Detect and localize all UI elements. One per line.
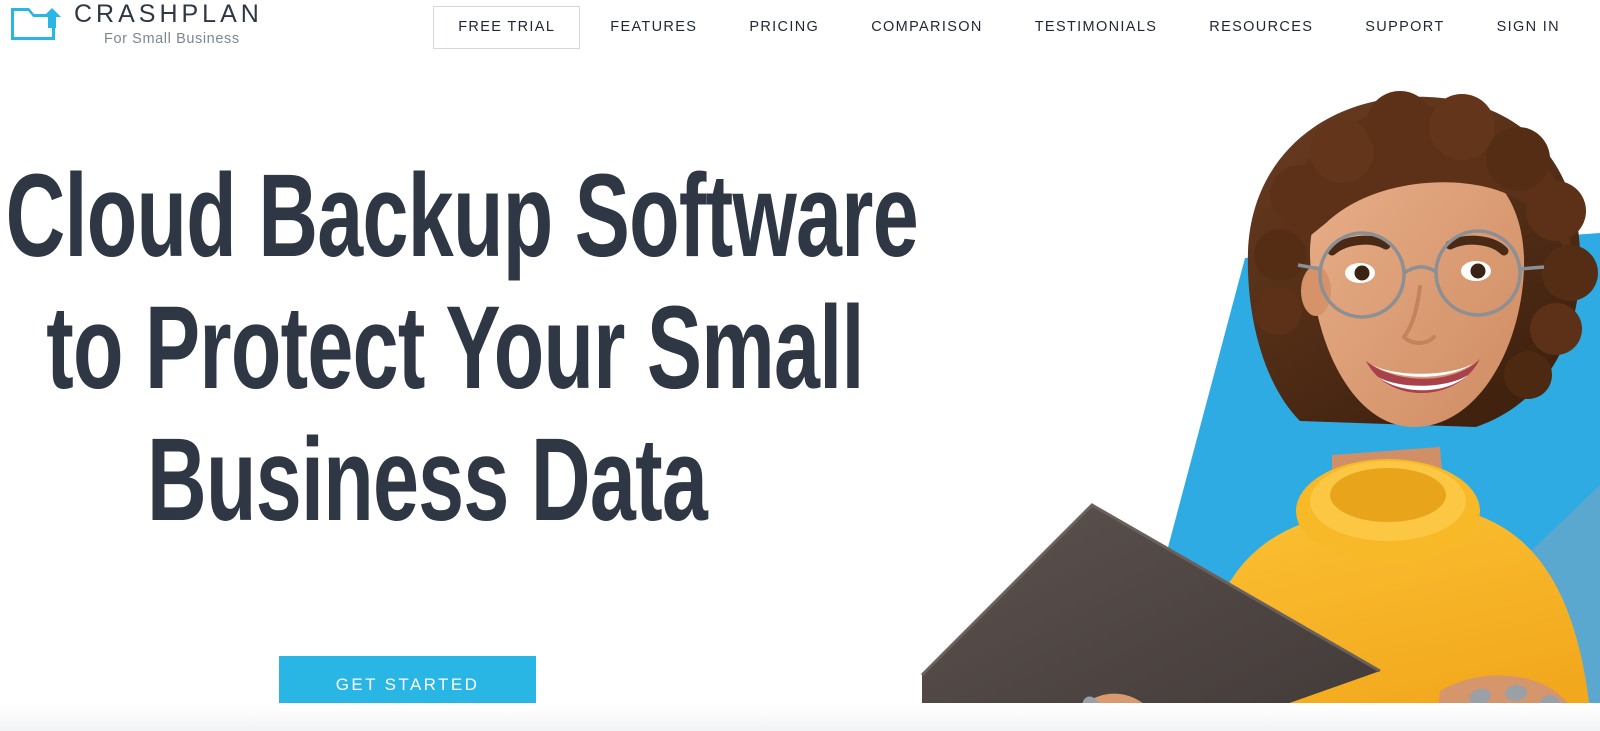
nav-free-trial[interactable]: FREE TRIAL [433,5,581,50]
brand-wordmark: CRASHPLAN For Small Business [74,2,263,47]
page-bottom-divider [0,703,1600,731]
nav-testimonials[interactable]: TESTIMONIALS [1009,20,1184,35]
landing-page: CRASHPLAN For Small Business FREE TRIAL … [0,0,1600,731]
brand-name: CRASHPLAN [74,0,263,28]
page-title: Cloud Backup Software to Protect Your Sm… [0,150,919,546]
headline-line-2: to Protect Your Small [46,282,864,414]
nav-resources[interactable]: RESOURCES [1183,20,1339,35]
get-started-label: GET STARTED [335,674,480,694]
hero-illustration [880,55,1600,731]
headline-line-1: Cloud Backup Software [5,150,919,282]
folder-upload-icon [11,8,61,41]
nav-features[interactable]: FEATURES [584,20,723,35]
nav-sign-in[interactable]: SIGN IN [1471,20,1586,35]
nav-pricing[interactable]: PRICING [723,20,845,35]
hero-copy: Cloud Backup Software to Protect Your Sm… [0,150,919,546]
headline-line-3: Business Data [147,414,708,546]
brand-logo[interactable]: CRASHPLAN For Small Business [8,2,263,47]
hero-artwork-svg [920,91,1600,731]
site-header: CRASHPLAN For Small Business FREE TRIAL … [0,0,1600,55]
nav-comparison[interactable]: COMPARISON [845,20,1009,35]
main-navigation: FREE TRIAL FEATURES PRICING COMPARISON T… [433,0,1586,55]
brand-tagline: For Small Business [104,31,240,47]
nav-support[interactable]: SUPPORT [1339,20,1470,35]
